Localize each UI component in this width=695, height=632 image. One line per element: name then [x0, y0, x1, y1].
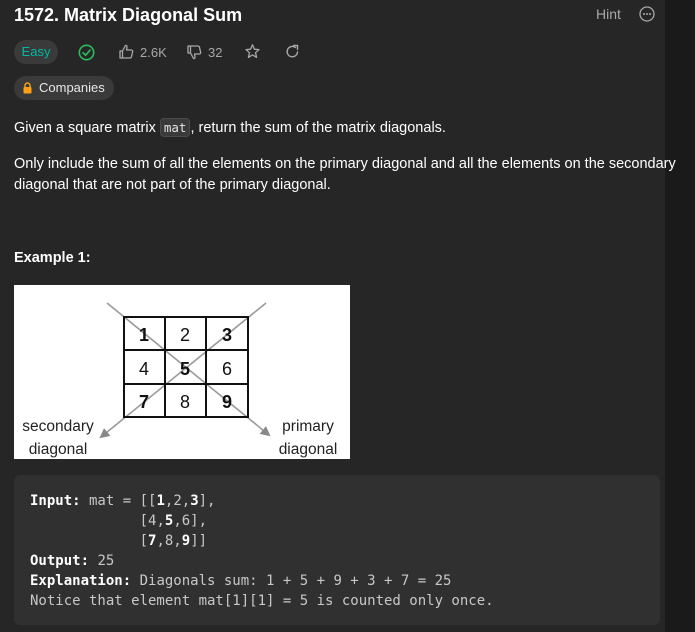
- matrix-row: [7,8,9]]: [139, 533, 208, 549]
- matrix-cell: 2: [180, 325, 190, 345]
- matrix-cell: 6: [222, 359, 232, 379]
- problem-title: 1572. Matrix Diagonal Sum: [14, 5, 243, 25]
- secondary-label: diagonal: [29, 441, 88, 458]
- thumbs-down-icon[interactable]: [186, 44, 203, 61]
- notice-text: Notice that element mat[1][1] = 5 is cou…: [30, 593, 494, 609]
- matrix-cell: 7: [139, 392, 149, 412]
- more-icon[interactable]: [639, 6, 655, 22]
- matrix-cell: 8: [180, 392, 190, 412]
- primary-label: diagonal: [279, 441, 338, 458]
- share-icon[interactable]: [284, 43, 301, 60]
- input-label: Input:: [30, 493, 81, 509]
- lock-icon: [23, 82, 32, 94]
- matrix-cell: 9: [222, 392, 232, 412]
- matrix-cell: 5: [180, 359, 190, 379]
- secondary-label: secondary: [22, 418, 94, 435]
- check-circle-icon: [78, 44, 95, 61]
- companies-label: Companies: [39, 80, 105, 95]
- example-title: Example 1:: [14, 250, 91, 266]
- explanation-label: Explanation:: [30, 573, 132, 589]
- matrix-cell: 4: [139, 359, 149, 379]
- description-paragraph-2: Only include the sum of all the elements…: [14, 156, 676, 193]
- likes-count: 2.6K: [140, 45, 167, 60]
- matrix-row: [[1,2,3],: [139, 493, 216, 509]
- primary-label: primary: [282, 418, 334, 435]
- dislikes-count: 32: [208, 45, 223, 60]
- companies-button[interactable]: Companies: [14, 76, 114, 100]
- thumbs-up-icon[interactable]: [118, 43, 135, 60]
- matrix-diagram: 1 2 3 4 5 6 7 8 9 secondary diagonal pri…: [22, 302, 338, 458]
- side-divider: [665, 0, 695, 632]
- output-value: 25: [89, 553, 115, 569]
- matrix-cell: 1: [139, 325, 149, 345]
- hint-button[interactable]: Hint: [596, 6, 621, 22]
- difficulty-badge: Easy: [14, 40, 58, 64]
- explanation-value: Diagonals sum: 1 + 5 + 9 + 3 + 7 = 25: [131, 573, 452, 589]
- star-icon[interactable]: [244, 43, 261, 60]
- example-code-block: Input: mat = [[1,2,3], [4,5,6], [7,8,9]]…: [14, 475, 660, 625]
- example-figure: 1 2 3 4 5 6 7 8 9 secondary diagonal pri…: [14, 285, 350, 459]
- description-paragraph-1: Given a square matrix mat, return the su…: [14, 118, 446, 137]
- inline-code: mat: [159, 118, 191, 137]
- matrix-row: [4,5,6],: [139, 513, 208, 529]
- matrix-cell: 3: [222, 325, 232, 345]
- output-label: Output:: [30, 553, 90, 569]
